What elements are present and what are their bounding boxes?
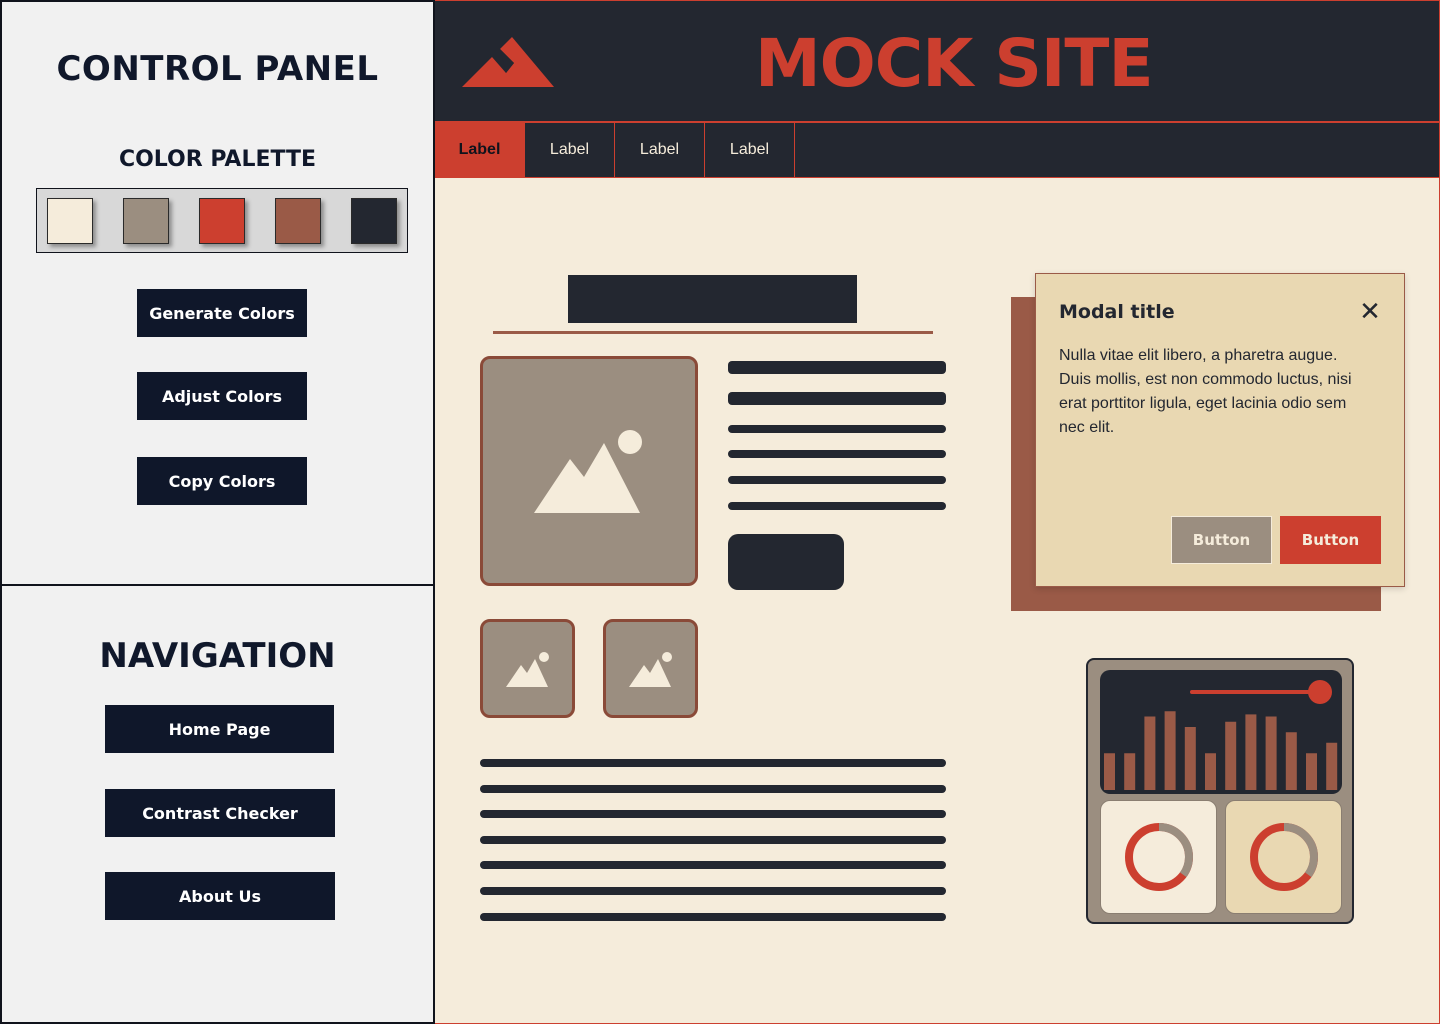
image-placeholder-small-1 bbox=[480, 619, 575, 718]
chart-bar bbox=[1306, 753, 1317, 790]
color-swatch-2[interactable] bbox=[123, 197, 169, 244]
tab-2[interactable]: Label bbox=[525, 123, 615, 177]
about-us-button[interactable]: About Us bbox=[105, 872, 335, 920]
color-palette bbox=[36, 188, 408, 253]
adjust-colors-button[interactable]: Adjust Colors bbox=[137, 372, 307, 420]
image-icon bbox=[534, 430, 642, 513]
chart-bar bbox=[1225, 721, 1237, 790]
copy-colors-button[interactable]: Copy Colors bbox=[137, 457, 307, 505]
donut-card-2 bbox=[1225, 800, 1342, 914]
text-line bbox=[480, 759, 946, 767]
image-placeholder-large bbox=[480, 356, 698, 586]
mountain-logo-icon[interactable] bbox=[462, 37, 554, 89]
image-placeholder-small-2 bbox=[603, 619, 698, 718]
control-panel: CONTROL PANEL COLOR PALETTE Generate Col… bbox=[0, 0, 435, 586]
navigation-title: NAVIGATION bbox=[99, 636, 336, 676]
tab-bar: Label Label Label Label bbox=[435, 123, 1439, 178]
image-icon bbox=[628, 651, 672, 687]
text-line bbox=[728, 425, 946, 433]
color-palette-title: COLOR PALETTE bbox=[118, 147, 317, 172]
text-line bbox=[480, 887, 946, 895]
chart-bar bbox=[1164, 711, 1176, 790]
color-swatch-4[interactable] bbox=[275, 197, 321, 244]
donut-chart-1 bbox=[1124, 823, 1193, 891]
text-line bbox=[728, 361, 946, 374]
chart-bar bbox=[1104, 753, 1115, 790]
text-line bbox=[728, 450, 946, 458]
bar-chart-panel bbox=[1100, 670, 1342, 794]
text-line bbox=[728, 392, 946, 405]
donut-chart-2 bbox=[1249, 823, 1318, 891]
chart-bar bbox=[1285, 732, 1297, 790]
chart-bar bbox=[1144, 716, 1156, 790]
chart-bar bbox=[1205, 753, 1216, 790]
mock-site: MOCK SITE Label Label Label Label Modal … bbox=[435, 0, 1440, 1024]
chart-bar bbox=[1265, 716, 1277, 790]
text-line bbox=[480, 836, 946, 844]
tab-3[interactable]: Label bbox=[615, 123, 705, 177]
tab-1[interactable]: Label bbox=[435, 123, 525, 177]
donut-card-1 bbox=[1100, 800, 1217, 914]
dashboard-widget bbox=[1086, 658, 1354, 924]
home-page-button[interactable]: Home Page bbox=[105, 705, 334, 753]
heading-divider bbox=[493, 331, 933, 334]
control-panel-title: CONTROL PANEL bbox=[56, 49, 379, 89]
modal-title: Modal title bbox=[1059, 301, 1175, 323]
text-line bbox=[728, 476, 946, 484]
heading-placeholder bbox=[568, 275, 857, 323]
bar-chart bbox=[1104, 680, 1338, 790]
navigation-panel: NAVIGATION Home Page Contrast Checker Ab… bbox=[0, 584, 435, 1024]
chart-bar bbox=[1184, 727, 1196, 790]
site-title: MOCK SITE bbox=[755, 25, 1154, 102]
slider-knob[interactable] bbox=[1308, 680, 1332, 704]
tab-4[interactable]: Label bbox=[705, 123, 795, 177]
button-placeholder[interactable] bbox=[728, 534, 844, 590]
modal-dialog: Modal title ✕ Nulla vitae elit libero, a… bbox=[1035, 273, 1405, 587]
chart-bar bbox=[1245, 714, 1257, 790]
color-swatch-3[interactable] bbox=[199, 197, 245, 244]
modal-body-text: Nulla vitae elit libero, a pharetra augu… bbox=[1059, 347, 1352, 436]
text-line bbox=[480, 785, 946, 793]
contrast-checker-button[interactable]: Contrast Checker bbox=[105, 789, 335, 837]
text-line bbox=[728, 502, 946, 510]
text-line bbox=[480, 913, 946, 921]
image-icon bbox=[505, 651, 549, 687]
modal-secondary-button[interactable]: Button bbox=[1171, 516, 1272, 564]
chart-bar bbox=[1124, 753, 1136, 790]
generate-colors-button[interactable]: Generate Colors bbox=[137, 289, 307, 337]
text-line bbox=[480, 810, 946, 818]
close-icon[interactable]: ✕ bbox=[1356, 298, 1384, 326]
color-swatch-1[interactable] bbox=[47, 197, 93, 244]
site-header: MOCK SITE bbox=[435, 1, 1439, 123]
text-line bbox=[480, 861, 946, 869]
modal-primary-button[interactable]: Button bbox=[1280, 516, 1381, 564]
slider-track[interactable] bbox=[1190, 690, 1310, 694]
chart-bar bbox=[1326, 742, 1338, 790]
color-swatch-5[interactable] bbox=[351, 197, 397, 244]
